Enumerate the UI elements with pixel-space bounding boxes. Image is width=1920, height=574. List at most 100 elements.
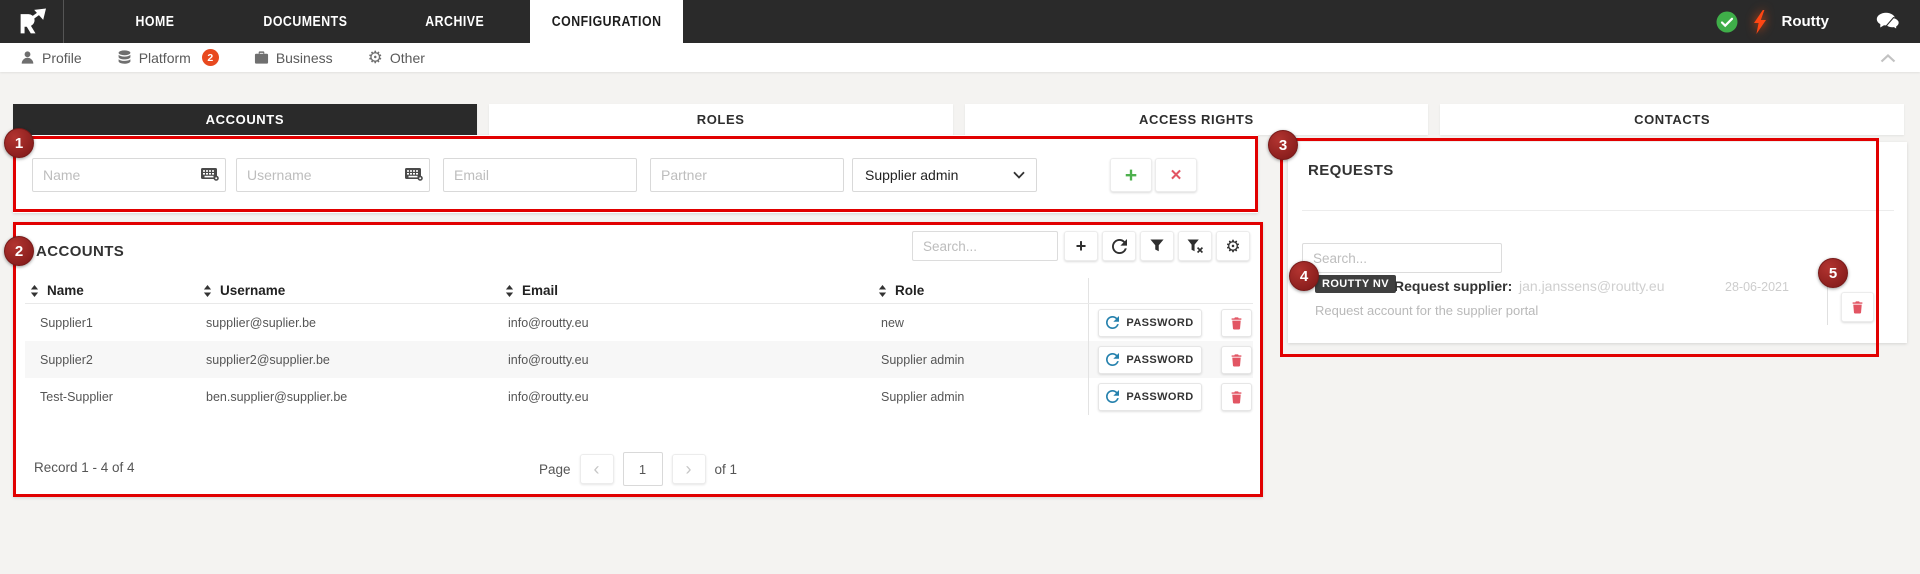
cell-username: ben.supplier@supplier.be: [203, 390, 505, 404]
subnav-platform-label: Platform: [139, 50, 191, 66]
annotation-badge-5: 5: [1818, 258, 1848, 288]
status-check-icon: [1716, 11, 1738, 33]
annotation-badge-4: 4: [1289, 261, 1319, 291]
cell-name: Test-Supplier: [25, 390, 203, 404]
primary-nav: HOME DOCUMENTS ARCHIVE CONFIGURATION: [80, 0, 683, 43]
table-row: Test-Supplier ben.supplier@supplier.be i…: [25, 378, 1253, 415]
database-icon: [117, 50, 132, 65]
table-row: Supplier2 supplier2@supplier.be info@rou…: [25, 341, 1253, 378]
table-filter-button[interactable]: [1140, 231, 1174, 261]
filter-remove-icon: [1187, 239, 1204, 254]
role-select-value: Supplier admin: [865, 167, 958, 183]
nav-archive[interactable]: ARCHIVE: [380, 0, 530, 43]
column-header-username[interactable]: Username: [203, 283, 505, 298]
chevron-down-icon: [1013, 171, 1025, 179]
column-header-role[interactable]: Role: [878, 283, 1088, 298]
next-page-button[interactable]: ›: [672, 454, 706, 484]
accounts-table: Name Username Email Role Supplier1 suppl…: [25, 278, 1253, 415]
nav-home[interactable]: HOME: [80, 0, 230, 43]
gear-icon: ⚙: [1225, 238, 1240, 255]
subnav-item-business[interactable]: Business: [254, 50, 333, 66]
plus-icon: +: [1076, 237, 1087, 255]
trash-icon: [1230, 316, 1243, 330]
nav-documents[interactable]: DOCUMENTS: [230, 0, 380, 43]
trash-icon: [1230, 353, 1243, 367]
subnav-item-platform[interactable]: Platform 2: [117, 49, 219, 66]
user-icon: [20, 50, 35, 65]
refresh-icon: [1106, 390, 1119, 403]
column-header-name[interactable]: Name: [25, 283, 203, 298]
organization-name[interactable]: Routty: [1782, 13, 1830, 30]
routty-logo-icon: [16, 8, 48, 36]
requests-search-input[interactable]: [1302, 243, 1502, 273]
trash-icon: [1230, 390, 1243, 404]
tab-accounts[interactable]: ACCOUNTS: [13, 104, 477, 135]
accounts-search-input[interactable]: [912, 231, 1058, 261]
username-input[interactable]: [236, 158, 430, 192]
requests-panel-title: REQUESTS: [1308, 162, 1394, 179]
delete-request-button[interactable]: [1841, 292, 1874, 322]
accounts-table-header: Name Username Email Role: [25, 278, 1253, 304]
table-add-button[interactable]: +: [1064, 231, 1098, 261]
tab-roles[interactable]: ROLES: [489, 104, 953, 135]
refresh-icon: [1112, 239, 1127, 254]
routty-logo[interactable]: [0, 0, 64, 43]
reset-password-button[interactable]: PASSWORD: [1098, 383, 1202, 411]
partner-input[interactable]: [650, 158, 844, 192]
org-tag-badge: ROUTTY NV: [1315, 275, 1396, 293]
messages-icon[interactable]: [1876, 12, 1900, 32]
topbar-right-cluster: Routty: [1716, 0, 1901, 43]
bolt-icon: [1753, 10, 1767, 34]
briefcase-icon: [254, 50, 269, 65]
email-input[interactable]: [443, 158, 637, 192]
cell-name: Supplier1: [25, 316, 203, 330]
reset-password-button[interactable]: PASSWORD: [1098, 309, 1202, 337]
top-navigation-bar: HOME DOCUMENTS ARCHIVE CONFIGURATION Rou…: [0, 0, 1920, 43]
gear-icon: ⚙: [368, 49, 383, 66]
name-input[interactable]: [32, 158, 226, 192]
nav-configuration-label: CONFIGURATION: [552, 14, 662, 30]
table-clear-filter-button[interactable]: [1178, 231, 1212, 261]
request-description: Request account for the supplier portal: [1315, 303, 1538, 318]
clear-form-button[interactable]: ✕: [1155, 158, 1197, 192]
nav-configuration[interactable]: CONFIGURATION: [530, 0, 683, 43]
filter-icon: [1150, 239, 1164, 253]
page-number-input[interactable]: [623, 452, 663, 486]
tab-contacts[interactable]: CONTACTS: [1440, 104, 1904, 135]
chevron-right-icon: ›: [686, 459, 692, 480]
subnav-item-profile[interactable]: Profile: [20, 50, 82, 66]
sort-icon: [203, 285, 212, 297]
table-refresh-button[interactable]: [1102, 231, 1136, 261]
column-header-email[interactable]: Email: [505, 283, 878, 298]
cell-role: new: [878, 316, 1088, 330]
sort-icon: [30, 285, 39, 297]
previous-page-button[interactable]: ‹: [580, 454, 614, 484]
request-date: 28-06-2021: [1725, 280, 1789, 294]
reset-password-button[interactable]: PASSWORD: [1098, 346, 1202, 374]
pagination: Page ‹ › of 1: [539, 452, 737, 486]
cell-name: Supplier2: [25, 353, 203, 367]
role-select[interactable]: Supplier admin: [852, 158, 1037, 192]
subnav-item-other[interactable]: ⚙ Other: [368, 49, 425, 66]
cell-role: Supplier admin: [878, 353, 1088, 367]
cell-email: info@routty.eu: [505, 316, 878, 330]
subnav-other-label: Other: [390, 50, 425, 66]
table-settings-button[interactable]: ⚙: [1216, 231, 1250, 261]
delete-account-button[interactable]: [1221, 346, 1252, 374]
cell-email: info@routty.eu: [505, 390, 878, 404]
subnav-business-label: Business: [276, 50, 333, 66]
configuration-subnav: Profile Platform 2 Business ⚙ Other: [0, 43, 1920, 72]
collapse-chevron-up-icon[interactable]: [1880, 54, 1896, 63]
request-title: Request supplier:: [1394, 278, 1512, 294]
refresh-icon: [1106, 316, 1119, 329]
add-account-button[interactable]: +: [1110, 158, 1152, 192]
delete-account-button[interactable]: [1221, 309, 1252, 337]
keyboard-icon[interactable]: [201, 167, 219, 181]
cell-email: info@routty.eu: [505, 353, 878, 367]
trash-icon: [1851, 300, 1864, 314]
delete-account-button[interactable]: [1221, 383, 1252, 411]
tab-access-rights[interactable]: ACCESS RIGHTS: [965, 104, 1429, 135]
platform-count-badge: 2: [202, 49, 219, 66]
accounts-panel-title: ACCOUNTS: [36, 243, 124, 260]
keyboard-icon[interactable]: [405, 167, 423, 181]
